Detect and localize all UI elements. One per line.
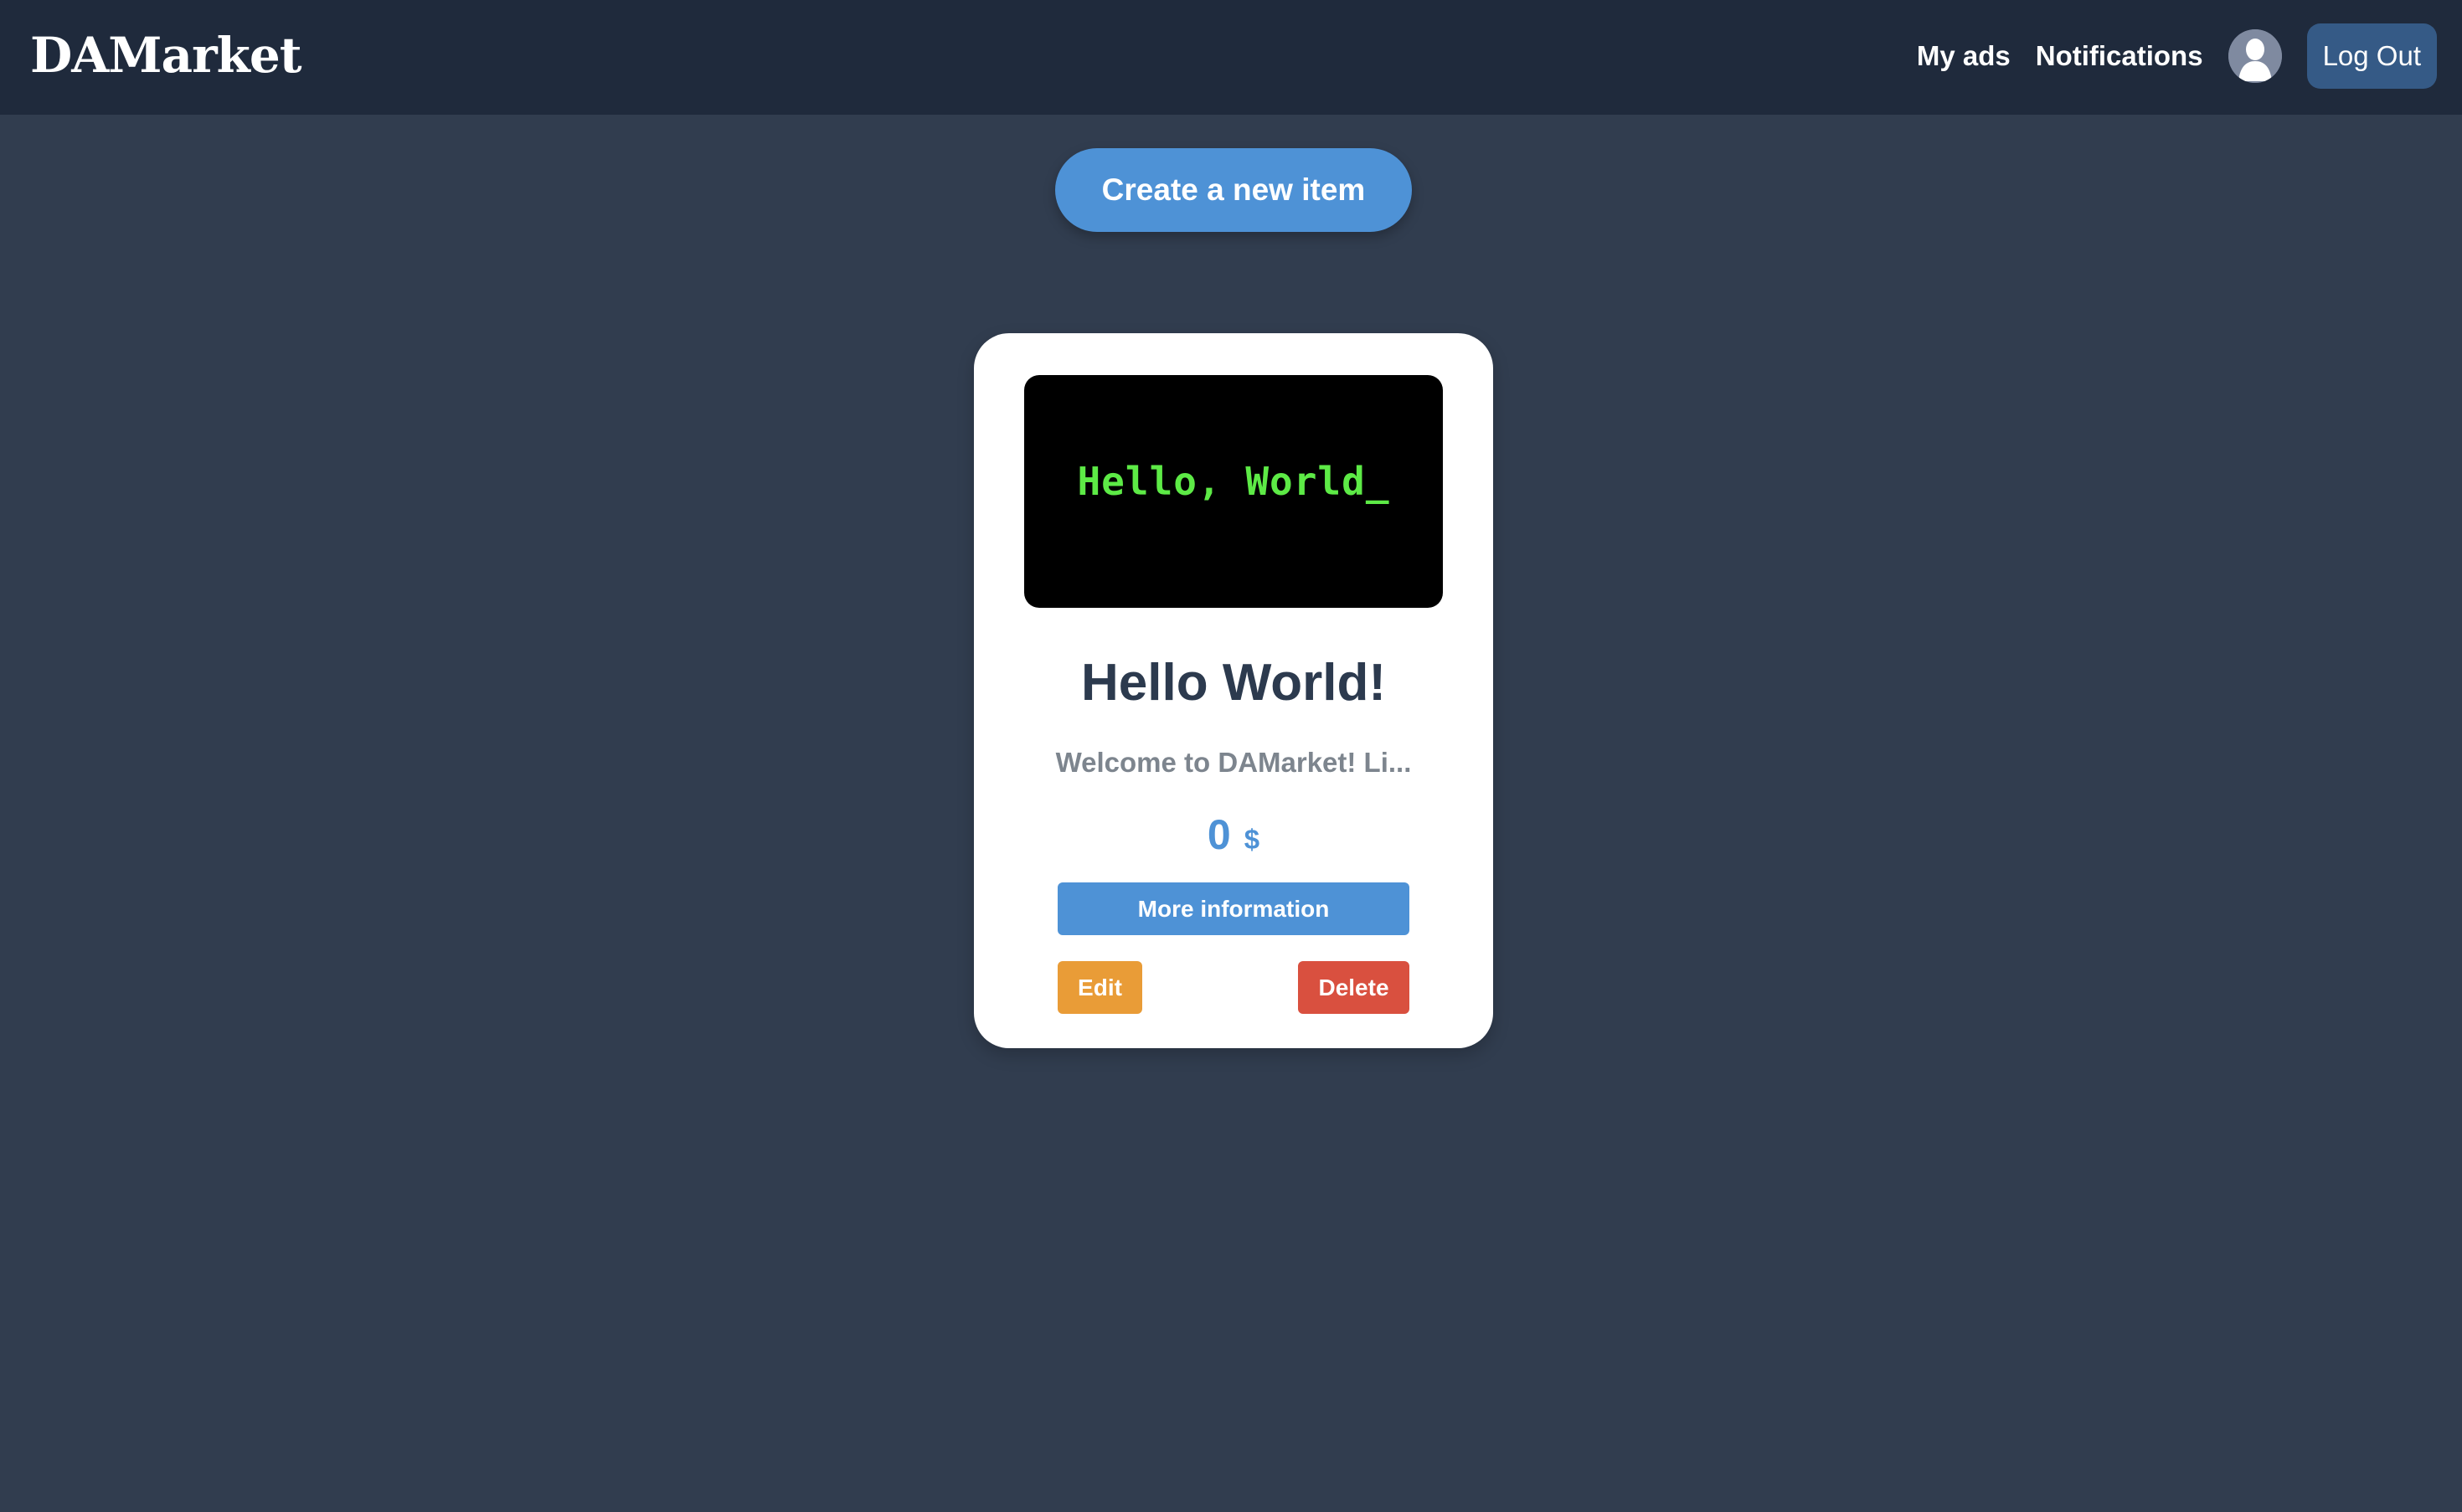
logout-button[interactable]: Log Out	[2306, 23, 2437, 89]
item-title: Hello World!	[1081, 654, 1386, 712]
item-image-text: Hello, World_	[1077, 459, 1390, 504]
edit-button[interactable]: Edit	[1058, 961, 1142, 1014]
create-item-button[interactable]: Create a new item	[1055, 148, 1412, 232]
item-price: 0 $	[974, 810, 1493, 859]
item-card: Hello, World_ Hello World! Welcome to DA…	[974, 333, 1493, 1048]
more-information-button[interactable]: More information	[1058, 882, 1409, 935]
nav-actions: My ads Notifications Log Out	[1917, 23, 2437, 89]
navbar: DAMarket My ads Notifications Log Out	[0, 0, 2462, 115]
person-icon	[2228, 29, 2282, 83]
brand-logo[interactable]: DAMarket	[30, 25, 302, 85]
nav-link-my-ads[interactable]: My ads	[1917, 40, 2011, 72]
delete-button[interactable]: Delete	[1298, 961, 1409, 1014]
item-image[interactable]: Hello, World_	[1024, 375, 1443, 608]
price-currency: $	[1244, 824, 1260, 855]
user-avatar-icon[interactable]	[2228, 29, 2282, 83]
item-description: Welcome to DAMarket! Li...	[1055, 747, 1412, 778]
nav-link-notifications[interactable]: Notifications	[2036, 40, 2203, 72]
price-value: 0	[1207, 811, 1231, 858]
